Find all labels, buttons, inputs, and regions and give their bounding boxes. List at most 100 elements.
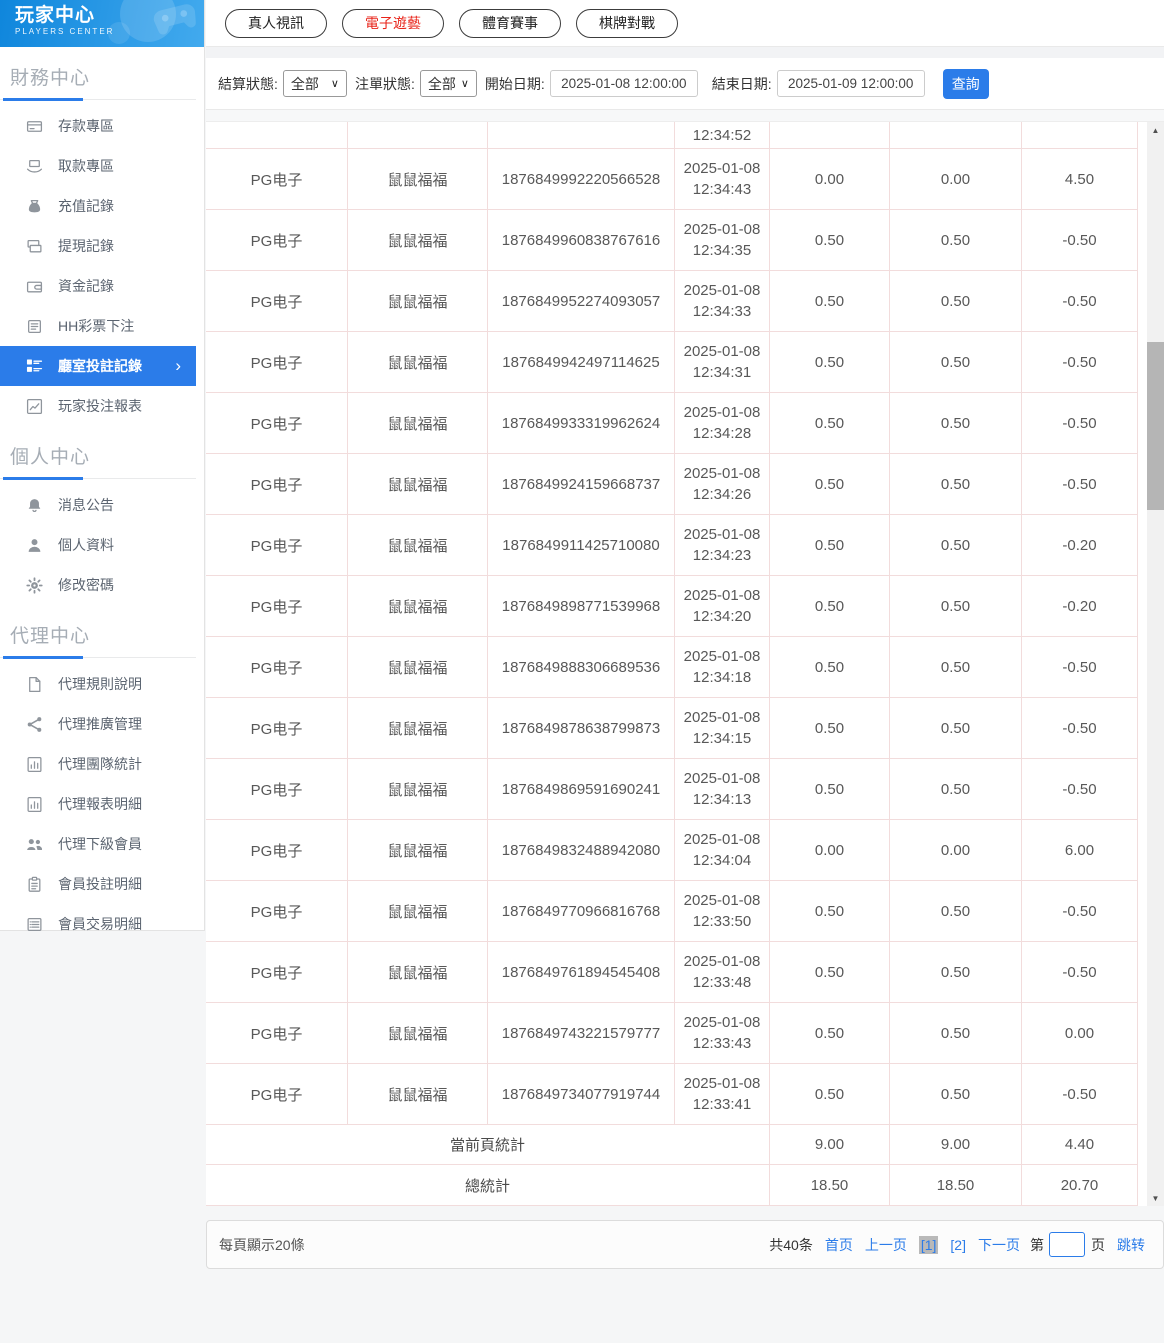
game-name-cell	[348, 122, 488, 148]
jump-page-input[interactable]	[1049, 1232, 1085, 1257]
sidebar-item-agent-members[interactable]: 代理下級會員	[0, 824, 196, 864]
withdraw-hand-icon	[25, 157, 43, 175]
winloss-cell: 4.50	[1022, 149, 1138, 209]
bet-id-cell: 1876849942497114625	[488, 332, 675, 392]
scrollbar-thumb[interactable]	[1147, 342, 1164, 510]
deposit-card-icon	[25, 117, 43, 135]
clipboard-icon	[25, 875, 43, 893]
table-row: PG电子 鼠鼠福福 1876849911425710080 2025-01-08 12:…	[206, 515, 1138, 576]
sidebar-section-heading: 個人中心	[10, 447, 91, 468]
tab-live-casino[interactable]: 真人視訊	[225, 8, 327, 38]
sidebar-item-deposit[interactable]: 存款專區	[0, 106, 196, 146]
provider-cell: PG电子	[206, 393, 348, 453]
provider-cell: PG电子	[206, 759, 348, 819]
sidebar-item-agent-team[interactable]: 代理團隊統計	[0, 744, 196, 784]
sidebar-item-member-bets[interactable]: 會員投註明細	[0, 864, 196, 904]
jump-button[interactable]: 跳转	[1117, 1235, 1145, 1255]
bet-id-cell: 1876849898771539968	[488, 576, 675, 636]
scroll-down-arrow[interactable]: ▼	[1147, 1190, 1164, 1206]
bet-time-cell: 2025-01-08 12:34:31	[675, 332, 770, 392]
pagination-controls: 共40条 首页 上一页 [1] [2] 下一页 第 页 跳转	[769, 1232, 1145, 1257]
valid-bet-cell: 0.50	[890, 332, 1022, 392]
query-button[interactable]: 查詢	[942, 68, 989, 99]
bet-time-cell: 2025-01-08 12:34:18	[675, 637, 770, 697]
sidebar-item-hh-lottery[interactable]: HH彩票下注	[0, 306, 196, 346]
game-name-cell: 鼠鼠福福	[348, 515, 488, 575]
share-icon	[25, 715, 43, 733]
bet-id-cell: 1876849924159668737	[488, 454, 675, 514]
sidebar-item-cashout-log[interactable]: 提現記錄	[0, 226, 196, 266]
winloss-cell: -0.50	[1022, 698, 1138, 758]
start-date-input[interactable]	[549, 70, 698, 97]
winloss-cell: -0.50	[1022, 759, 1138, 819]
winloss-cell: -0.50	[1022, 271, 1138, 331]
sidebar-item-agent-rules[interactable]: 代理規則說明	[0, 664, 196, 704]
bet-id-cell: 1876849734077919744	[488, 1064, 675, 1124]
sidebar-item-recharge-log[interactable]: 充值記錄	[0, 186, 196, 226]
table-row: PG电子 鼠鼠福福 1876849960838767616 2025-01-08 12:…	[206, 210, 1138, 271]
page-size-text: 每頁顯示20條	[219, 1236, 305, 1253]
bet-time-cell: 2025-01-08 12:34:35	[675, 210, 770, 270]
tab-electronic-games[interactable]: 電子遊藝	[342, 8, 444, 38]
valid-bet-cell: 0.50	[890, 393, 1022, 453]
bet-time-cell: 2025-01-08 12:33:43	[675, 1003, 770, 1063]
list-box-icon	[25, 317, 43, 335]
vertical-scrollbar[interactable]: ▲ ▼	[1147, 122, 1164, 1206]
sidebar-item-label: 代理報表明細	[58, 796, 142, 812]
valid-bet-cell: 0.50	[890, 637, 1022, 697]
provider-cell: PG电子	[206, 149, 348, 209]
sidebar-item-agent-promo[interactable]: 代理推廣管理	[0, 704, 196, 744]
sidebar-item-member-trades[interactable]: 會員交易明細	[0, 904, 196, 944]
winloss-cell: -0.50	[1022, 393, 1138, 453]
valid-bet-cell: 0.50	[890, 881, 1022, 941]
tab-board-games[interactable]: 棋牌對戰	[576, 8, 678, 38]
prev-page-link[interactable]: 上一页	[865, 1235, 907, 1255]
winloss-cell: -0.50	[1022, 210, 1138, 270]
sidebar-item-room-bet-log[interactable]: 廳室投註記錄 ›	[0, 346, 196, 386]
bell-icon	[25, 496, 43, 514]
scroll-up-arrow[interactable]: ▲	[1147, 122, 1164, 138]
sidebar-item-profile[interactable]: 個人資料	[0, 525, 196, 565]
tab-sports[interactable]: 體育賽事	[459, 8, 561, 38]
sidebar-item-label: 玩家投注報表	[58, 398, 142, 414]
order-status-value: 全部	[427, 75, 456, 92]
sidebar-item-withdraw[interactable]: 取款專區	[0, 146, 196, 186]
table-row: PG电子 鼠鼠福福 1876849924159668737 2025-01-08 12:…	[206, 454, 1138, 515]
sidebar-item-announcements[interactable]: 消息公告	[0, 485, 196, 525]
main-content: 真人視訊 電子遊藝 體育賽事 棋牌對戰 結算狀態: 全部 ∨ 注單狀態: 全部 ∨ 開…	[206, 0, 1164, 1269]
total-count: 共40条	[769, 1236, 813, 1253]
winloss-cell: -0.50	[1022, 942, 1138, 1002]
game-category-tabs: 真人視訊 電子遊藝 體育賽事 棋牌對戰	[206, 0, 1164, 47]
provider-cell: PG电子	[206, 1003, 348, 1063]
bet-amount-cell: 0.00	[770, 820, 890, 880]
provider-cell: PG电子	[206, 271, 348, 331]
page-1-link[interactable]: [1]	[918, 1235, 939, 1254]
total-summary-label: 總統計	[206, 1165, 770, 1205]
table-row: PG电子 鼠鼠福福 1876849898771539968 2025-01-08 12:…	[206, 576, 1138, 637]
order-status-select[interactable]: 全部 ∨	[419, 70, 477, 97]
game-name-cell: 鼠鼠福福	[348, 637, 488, 697]
sidebar-item-label: 資金記錄	[58, 278, 114, 294]
page-2-link[interactable]: [2]	[950, 1237, 966, 1253]
decorative-circle	[108, 22, 130, 44]
filter-bar: 結算狀態: 全部 ∨ 注單狀態: 全部 ∨ 開始日期: 結束日期: 查詢	[206, 58, 1164, 110]
winloss-cell: -0.20	[1022, 515, 1138, 575]
bet-time-cell: 2025-01-08 12:34:04	[675, 820, 770, 880]
pagination-bar: 每頁顯示20條 共40条 首页 上一页 [1] [2] 下一页 第 页 跳转	[206, 1220, 1164, 1269]
sidebar-item-player-report[interactable]: 玩家投注報表	[0, 386, 196, 426]
table-row: PG电子 鼠鼠福福 1876849869591690241 2025-01-08 12:…	[206, 759, 1138, 820]
sidebar-item-funds-log[interactable]: 資金記錄	[0, 266, 196, 306]
chevron-down-icon: ∨	[460, 77, 469, 90]
next-page-link[interactable]: 下一页	[978, 1235, 1020, 1255]
sidebar-item-label: 代理團隊統計	[58, 756, 142, 772]
person-icon	[25, 536, 43, 554]
game-name-cell: 鼠鼠福福	[348, 942, 488, 1002]
bet-amount-cell: 0.50	[770, 210, 890, 270]
bet-amount-cell: 0.50	[770, 942, 890, 1002]
sidebar-item-password[interactable]: 修改密碼	[0, 565, 196, 605]
first-page-link[interactable]: 首页	[825, 1235, 853, 1255]
table-row: PG电子 鼠鼠福福 1876849832488942080 2025-01-08 12:…	[206, 820, 1138, 881]
end-date-input[interactable]	[776, 70, 925, 97]
settle-status-select[interactable]: 全部 ∨	[282, 70, 347, 97]
sidebar-item-agent-report[interactable]: 代理報表明細	[0, 784, 196, 824]
